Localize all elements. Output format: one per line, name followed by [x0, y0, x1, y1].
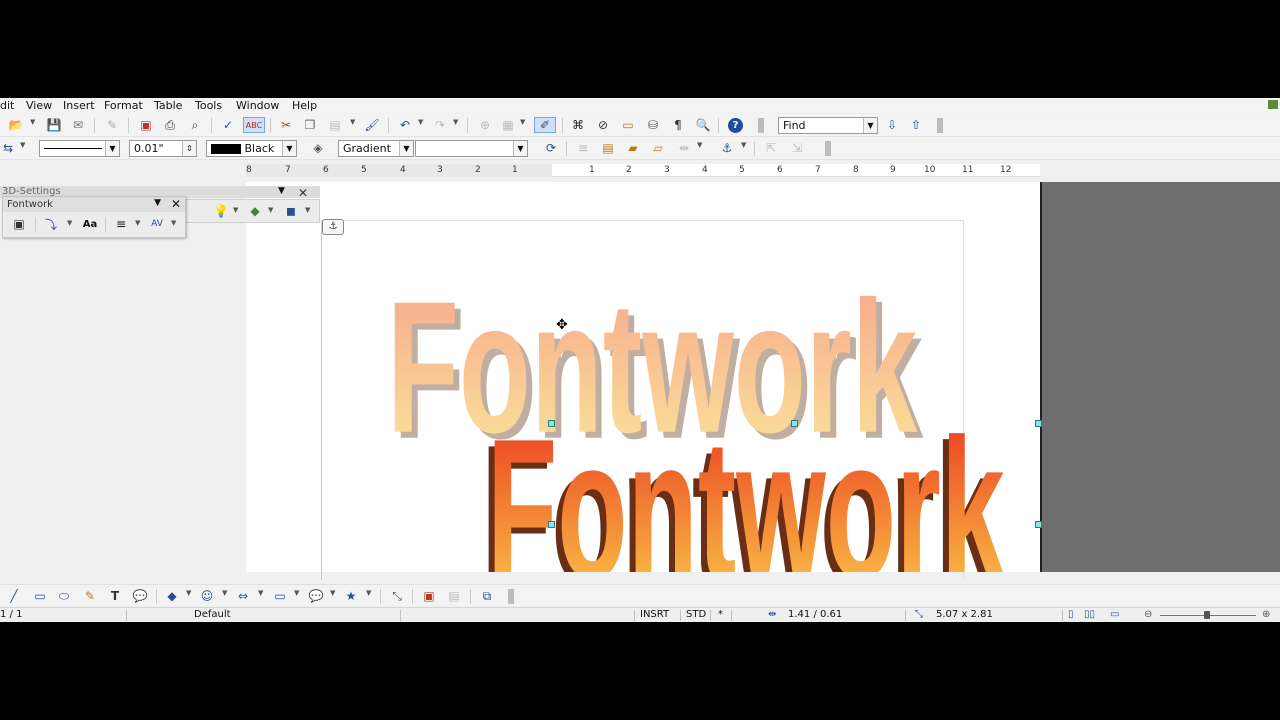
zoom-slider-knob[interactable] — [1204, 611, 1210, 619]
status-bar: 1 / 1 Default INSRT STD * ⇹ 1.41 / 0.61 … — [0, 607, 1280, 622]
callout-tool-icon[interactable]: 💬 — [132, 588, 148, 604]
zoom-out-icon[interactable]: ⊖ — [1144, 609, 1152, 620]
book-view-icon[interactable]: ▭ — [1110, 609, 1119, 620]
drawing-toolbar: ╱ ▭ ⬭ ✎ T 💬 ◆ ▼ ☺ ▼ ⇔ ▼ ▭ ▼ 💬 ▼ ★ ▼ ⤡ ▣ … — [0, 584, 1280, 606]
selection-handle[interactable] — [548, 420, 555, 427]
symbol-shapes-icon[interactable]: ☺ — [199, 588, 215, 604]
callouts-dropdown-icon[interactable]: ▼ — [330, 589, 335, 597]
block-arrows-dropdown-icon[interactable]: ▼ — [258, 589, 263, 597]
from-file-icon[interactable]: ▤ — [446, 588, 462, 604]
selection-handle[interactable] — [1035, 521, 1042, 528]
extrusion-toggle-icon[interactable]: ⧉ — [479, 588, 495, 604]
page-indicator[interactable]: 1 / 1 — [0, 609, 22, 620]
writer-window: dit View Insert Format Table Tools Windo… — [0, 98, 1280, 622]
text-tool-icon[interactable]: T — [107, 588, 123, 604]
selection-handle[interactable] — [791, 420, 798, 427]
move-cursor-icon: ✥ — [556, 317, 568, 333]
stars-icon[interactable]: ★ — [343, 588, 359, 604]
freeform-tool-icon[interactable]: ✎ — [82, 588, 98, 604]
size-icon: ⤡ — [915, 609, 923, 620]
flowchart-dropdown-icon[interactable]: ▼ — [294, 589, 299, 597]
basic-shapes-dropdown-icon[interactable]: ▼ — [186, 589, 191, 597]
object-size: 5.07 x 2.81 — [936, 609, 993, 620]
block-arrows-icon[interactable]: ⇔ — [235, 588, 251, 604]
callouts-icon[interactable]: 💬 — [308, 588, 324, 604]
line-tool-icon[interactable]: ╱ — [6, 588, 22, 604]
fontwork-gallery-bottom-icon[interactable]: ▣ — [421, 588, 437, 604]
selection-handle[interactable] — [1035, 420, 1042, 427]
page-style[interactable]: Default — [194, 609, 231, 620]
selection-mode[interactable]: STD — [686, 609, 706, 620]
document-modified-indicator[interactable]: * — [718, 609, 723, 620]
flowchart-icon[interactable]: ▭ — [272, 588, 288, 604]
basic-shapes-icon[interactable]: ◆ — [164, 588, 180, 604]
insert-mode[interactable]: INSRT — [640, 609, 669, 620]
ellipse-tool-icon[interactable]: ⬭ — [56, 588, 72, 604]
stars-dropdown-icon[interactable]: ▼ — [366, 589, 371, 597]
single-page-view-icon[interactable]: ▯ — [1068, 609, 1074, 620]
rectangle-tool-icon[interactable]: ▭ — [32, 588, 48, 604]
position-icon: ⇹ — [768, 609, 777, 620]
object-position: 1.41 / 0.61 — [788, 609, 843, 620]
selection-handle[interactable] — [548, 521, 555, 528]
points-icon[interactable]: ⤡ — [389, 588, 405, 604]
multi-page-view-icon[interactable]: ▯▯ — [1084, 609, 1095, 620]
zoom-in-icon[interactable]: ⊕ — [1262, 609, 1270, 620]
symbol-shapes-dropdown-icon[interactable]: ▼ — [222, 589, 227, 597]
fontwork-canvas: Fontwork Fontwork Fontwork Fontwork ✥ — [387, 264, 1005, 572]
